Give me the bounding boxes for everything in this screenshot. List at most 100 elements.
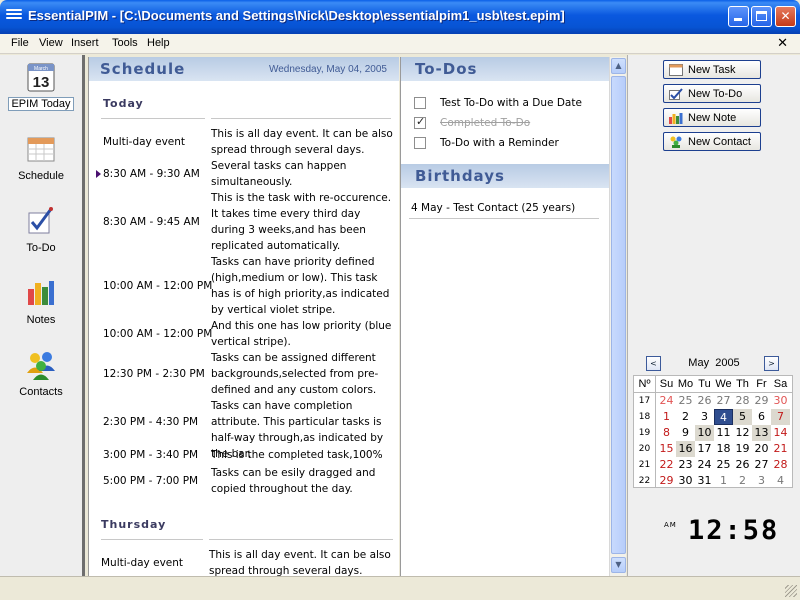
todo-checkbox[interactable] (414, 97, 426, 109)
menu-tools[interactable]: Tools (112, 37, 138, 49)
calendar-day-cell[interactable]: 15 (657, 441, 676, 457)
calendar-13-icon: March 13 (25, 61, 57, 93)
calendar-day-cell[interactable]: 5 (733, 409, 752, 425)
calendar-day-cell[interactable]: 26 (733, 457, 752, 473)
mini-calendar-month: May 2005 (664, 357, 764, 369)
calendar-day-cell[interactable]: 18 (714, 441, 733, 457)
calendar-day-cell[interactable]: 31 (695, 473, 714, 489)
calendar-day-cell[interactable]: 28 (771, 457, 790, 473)
new-todo-button[interactable]: New To-Do (663, 84, 761, 103)
notes-icon (25, 277, 57, 309)
calendar-day-cell[interactable]: 27 (714, 393, 733, 409)
mini-calendar: Nº Su Mo Tu We Th Fr Sa 17 24 25 26 27 28 29 30 18 1 2 3 4 5 6… (633, 375, 793, 488)
calendar-day-cell[interactable]: 3 (695, 409, 714, 425)
calendar-day-cell[interactable]: 25 (676, 393, 695, 409)
schedule-panel: Schedule Wednesday, May 04, 2005 Today M… (88, 57, 399, 576)
calendar-day-cell[interactable]: 2 (676, 409, 695, 425)
document-close-icon[interactable]: ✕ (777, 36, 788, 51)
calendar-day-cell[interactable]: 19 (733, 441, 752, 457)
new-task-icon (669, 64, 683, 76)
app-menu-icon[interactable] (6, 9, 22, 23)
calendar-day-cell[interactable]: 30 (771, 393, 790, 409)
todo-checkbox[interactable] (414, 115, 426, 129)
event-row[interactable]: 10:00 AM - 12:00 PM Tasks can have prior… (89, 254, 399, 318)
calendar-day-cell[interactable]: 21 (771, 441, 790, 457)
calendar-day-cell[interactable]: 3 (752, 473, 771, 489)
calendar-day-cell[interactable]: 1 (714, 473, 733, 489)
calendar-day-cell[interactable]: 30 (676, 473, 695, 489)
event-row[interactable]: 8:30 AM - 9:45 AM This is the task with … (89, 190, 399, 254)
event-row[interactable]: Multi-day event This is all day event. I… (89, 547, 399, 576)
event-row[interactable]: Multi-day event This is all day event. I… (89, 126, 399, 158)
calendar-day-cell[interactable]: 6 (752, 409, 771, 425)
schedule-icon (25, 133, 57, 165)
calendar-day-cell[interactable]: 16 (676, 441, 695, 457)
calendar-day-cell[interactable]: 4 (771, 473, 790, 489)
calendar-day-cell[interactable]: 26 (695, 393, 714, 409)
calendar-day-cell[interactable]: 8 (657, 425, 676, 441)
sidebar-item-schedule[interactable]: Schedule (0, 129, 82, 189)
next-month-icon[interactable]: > (764, 356, 779, 371)
menu-help[interactable]: Help (147, 37, 170, 49)
birthday-divider (409, 218, 599, 219)
todo-check-icon (25, 205, 57, 237)
scroll-thumb[interactable] (611, 76, 626, 554)
calendar-day-cell[interactable]: 2 (733, 473, 752, 489)
calendar-day-cell[interactable]: 28 (733, 393, 752, 409)
calendar-day-cell[interactable]: 27 (752, 457, 771, 473)
day-divider (101, 118, 205, 119)
maximize-icon (756, 11, 767, 21)
event-time: Multi-day event (101, 557, 184, 569)
menu-file[interactable]: File (11, 37, 29, 49)
calendar-day-cell[interactable]: 13 (752, 425, 771, 441)
sidebar-item-todo[interactable]: To-Do (0, 201, 82, 261)
todo-label: Completed To-Do (440, 117, 531, 129)
calendar-day-cell[interactable]: 24 (657, 393, 676, 409)
new-todo-icon (669, 88, 683, 100)
maximize-button[interactable] (751, 6, 772, 27)
event-time: 2:30 PM - 4:30 PM (103, 416, 199, 428)
prev-month-icon[interactable]: < (646, 356, 661, 371)
calendar-day-cell[interactable]: 29 (657, 473, 676, 489)
resize-grip-icon[interactable] (785, 585, 797, 597)
minimize-button[interactable] (728, 6, 749, 27)
calendar-day-cell[interactable]: 9 (676, 425, 695, 441)
new-task-button[interactable]: New Task (663, 60, 761, 79)
calendar-day-cell[interactable]: 4 (714, 409, 733, 425)
calendar-day-cell[interactable]: 29 (752, 393, 771, 409)
close-button[interactable]: ✕ (775, 6, 796, 27)
vertical-scrollbar[interactable]: ▲ ▼ (609, 57, 626, 576)
calendar-day-cell[interactable]: 10 (695, 425, 714, 441)
new-contact-button[interactable]: New Contact (663, 132, 761, 151)
calendar-day-cell[interactable]: 23 (676, 457, 695, 473)
sidebar-item-epim-today[interactable]: March 13 EPIM Today (0, 57, 82, 117)
event-row[interactable]: 3:00 PM - 3:40 PM This is the completed … (89, 447, 399, 463)
sidebar-label-notes: Notes (26, 314, 56, 326)
scroll-down-icon[interactable]: ▼ (611, 557, 626, 573)
todo-checkbox[interactable] (414, 137, 426, 149)
calendar-day-cell[interactable]: 25 (714, 457, 733, 473)
event-row[interactable]: 12:30 PM - 2:30 PM Tasks can be assigned… (89, 350, 399, 398)
calendar-day-cell[interactable]: 22 (657, 457, 676, 473)
calendar-day-cell[interactable]: 12 (733, 425, 752, 441)
sidebar-label-todo: To-Do (26, 242, 56, 254)
calendar-day-cell[interactable]: 14 (771, 425, 790, 441)
event-row[interactable]: 10:00 AM - 12:00 PM And this one has low… (89, 318, 399, 350)
sidebar-item-notes[interactable]: Notes (0, 273, 82, 333)
event-row[interactable]: 5:00 PM - 7:00 PM Tasks can be esily dra… (89, 465, 399, 497)
calendar-day-cell[interactable]: 17 (695, 441, 714, 457)
menu-insert[interactable]: Insert (71, 37, 99, 49)
calendar-day-cell[interactable]: 1 (657, 409, 676, 425)
new-note-button[interactable]: New Note (663, 108, 761, 127)
calendar-day-cell[interactable]: 24 (695, 457, 714, 473)
scroll-up-icon[interactable]: ▲ (611, 58, 626, 74)
calendar-day-cell[interactable]: 20 (752, 441, 771, 457)
calendar-day-cell[interactable]: 7 (771, 409, 790, 425)
event-row[interactable]: 2:30 PM - 4:30 PM Tasks can have complet… (89, 398, 399, 460)
birthday-entry[interactable]: 4 May - Test Contact (25 years) (411, 202, 575, 214)
event-row[interactable]: 8:30 AM - 9:30 AM Several tasks can happ… (89, 158, 399, 190)
status-bar (0, 576, 800, 600)
sidebar-item-contacts[interactable]: Contacts (0, 345, 82, 405)
calendar-day-cell[interactable]: 11 (714, 425, 733, 441)
menu-view[interactable]: View (39, 37, 63, 49)
